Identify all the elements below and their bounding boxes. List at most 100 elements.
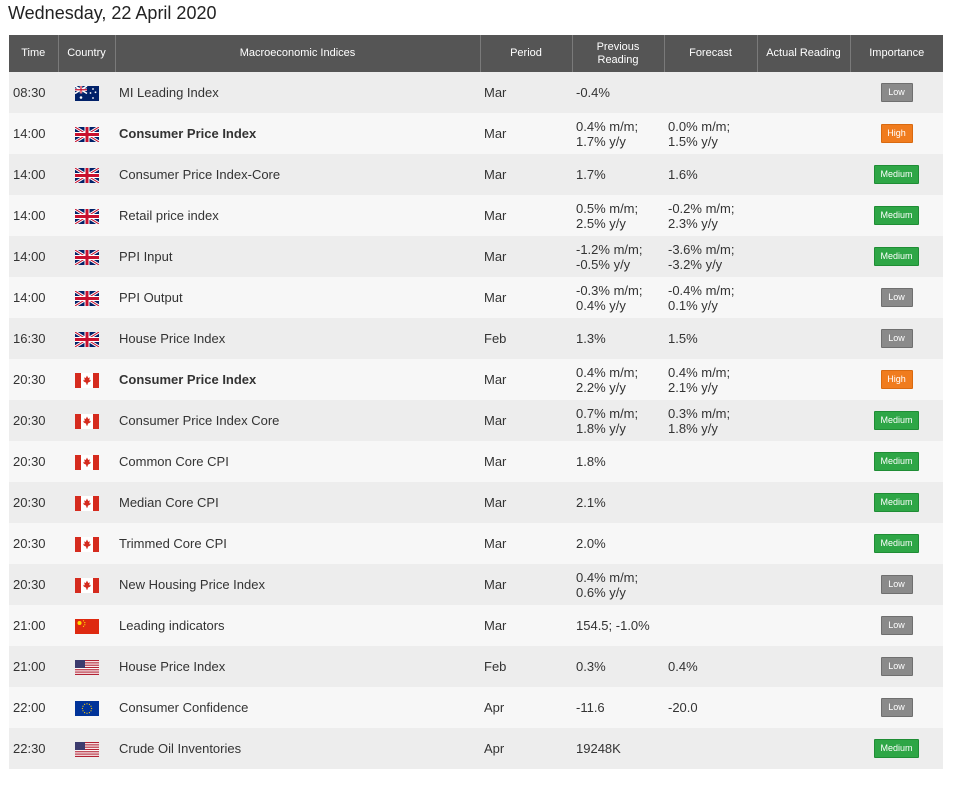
row-time: 20:30 bbox=[9, 482, 58, 523]
row-actual-reading bbox=[757, 400, 850, 441]
row-actual-reading bbox=[757, 523, 850, 564]
row-indicator-name: PPI Output bbox=[115, 277, 480, 318]
row-country bbox=[58, 113, 115, 154]
row-time: 20:30 bbox=[9, 441, 58, 482]
row-country bbox=[58, 646, 115, 687]
australia-flag-icon bbox=[74, 85, 99, 101]
row-period: Mar bbox=[480, 441, 572, 482]
usa-flag-icon bbox=[74, 659, 99, 675]
row-country bbox=[58, 523, 115, 564]
row-country bbox=[58, 359, 115, 400]
row-actual-reading bbox=[757, 113, 850, 154]
row-importance: Low bbox=[850, 646, 943, 687]
row-previous-reading: 0.4% m/m; 1.7% y/y bbox=[572, 113, 664, 154]
uk-flag-icon bbox=[74, 167, 99, 183]
table-row: 21:00 Leading indicators Mar 154.5; -1.0% Lo… bbox=[9, 605, 943, 646]
importance-badge: Medium bbox=[874, 739, 919, 758]
table-row: 22:00 Consumer Confidence Apr -11.6 -20.0 Low bbox=[9, 687, 943, 728]
importance-badge: Medium bbox=[874, 411, 919, 430]
row-actual-reading bbox=[757, 359, 850, 400]
row-time: 14:00 bbox=[9, 277, 58, 318]
row-period: Apr bbox=[480, 687, 572, 728]
row-previous-reading: 154.5; -1.0% bbox=[572, 605, 664, 646]
row-forecast bbox=[664, 441, 757, 482]
importance-badge: Low bbox=[880, 575, 913, 594]
importance-badge: Medium bbox=[874, 165, 919, 184]
row-previous-reading: 0.5% m/m; 2.5% y/y bbox=[572, 195, 664, 236]
row-period: Mar bbox=[480, 72, 572, 113]
row-indicator-name: New Housing Price Index bbox=[115, 564, 480, 605]
row-actual-reading bbox=[757, 605, 850, 646]
table-row: 14:00 Consumer Price Index Mar 0.4% m/m; 1.… bbox=[9, 113, 943, 154]
row-time: 22:00 bbox=[9, 687, 58, 728]
row-importance: High bbox=[850, 359, 943, 400]
row-period: Feb bbox=[480, 646, 572, 687]
row-indicator-name: Consumer Price Index bbox=[115, 113, 480, 154]
canada-flag-icon bbox=[74, 577, 99, 593]
row-time: 20:30 bbox=[9, 359, 58, 400]
row-actual-reading bbox=[757, 72, 850, 113]
row-previous-reading: 0.4% m/m; 0.6% y/y bbox=[572, 564, 664, 605]
importance-badge: Medium bbox=[874, 493, 919, 512]
importance-badge: Low bbox=[880, 288, 913, 307]
row-actual-reading bbox=[757, 154, 850, 195]
row-period: Mar bbox=[480, 154, 572, 195]
table-header-row: Time Country Macroeconomic Indices Perio… bbox=[9, 35, 943, 72]
importance-badge: Medium bbox=[874, 206, 919, 225]
row-importance: Medium bbox=[850, 236, 943, 277]
col-header-period: Period bbox=[480, 35, 573, 72]
uk-flag-icon bbox=[74, 249, 99, 265]
row-country bbox=[58, 277, 115, 318]
row-time: 14:00 bbox=[9, 195, 58, 236]
row-period: Apr bbox=[480, 728, 572, 769]
row-forecast: -20.0 bbox=[664, 687, 757, 728]
row-forecast: 0.0% m/m; 1.5% y/y bbox=[664, 113, 757, 154]
row-importance: Medium bbox=[850, 154, 943, 195]
row-previous-reading: 2.0% bbox=[572, 523, 664, 564]
row-indicator-name: Consumer Price Index Core bbox=[115, 400, 480, 441]
table-row: 20:30 Common Core CPI Mar 1.8% Medium bbox=[9, 441, 943, 482]
row-actual-reading bbox=[757, 195, 850, 236]
row-previous-reading: 0.4% m/m; 2.2% y/y bbox=[572, 359, 664, 400]
row-time: 16:30 bbox=[9, 318, 58, 359]
row-forecast: 0.4% m/m; 2.1% y/y bbox=[664, 359, 757, 400]
canada-flag-icon bbox=[74, 413, 99, 429]
row-importance: Low bbox=[850, 564, 943, 605]
row-forecast bbox=[664, 728, 757, 769]
table-row: 21:00 House Price Index Feb 0.3% 0.4% Low bbox=[9, 646, 943, 687]
importance-badge: High bbox=[880, 370, 913, 389]
row-period: Mar bbox=[480, 482, 572, 523]
row-indicator-name: Trimmed Core CPI bbox=[115, 523, 480, 564]
row-indicator-name: Retail price index bbox=[115, 195, 480, 236]
importance-badge: Low bbox=[880, 83, 913, 102]
table-row: 20:30 Trimmed Core CPI Mar 2.0% Medium bbox=[9, 523, 943, 564]
row-country bbox=[58, 687, 115, 728]
col-header-forecast: Forecast bbox=[664, 35, 758, 72]
col-header-time: Time bbox=[9, 35, 59, 72]
row-country bbox=[58, 482, 115, 523]
row-country bbox=[58, 72, 115, 113]
uk-flag-icon bbox=[74, 331, 99, 347]
row-indicator-name: Common Core CPI bbox=[115, 441, 480, 482]
usa-flag-icon bbox=[74, 741, 99, 757]
table-row: 20:30 Median Core CPI Mar 2.1% Medium bbox=[9, 482, 943, 523]
table-row: 14:00 PPI Input Mar -1.2% m/m; -0.5% y/y -3.… bbox=[9, 236, 943, 277]
row-country bbox=[58, 605, 115, 646]
row-forecast: 1.6% bbox=[664, 154, 757, 195]
importance-badge: High bbox=[880, 124, 913, 143]
row-previous-reading: 19248K bbox=[572, 728, 664, 769]
row-forecast bbox=[664, 564, 757, 605]
importance-badge: Low bbox=[880, 698, 913, 717]
table-row: 14:00 Retail price index Mar 0.5% m/m; 2.5%… bbox=[9, 195, 943, 236]
row-importance: Medium bbox=[850, 195, 943, 236]
row-indicator-name: Crude Oil Inventories bbox=[115, 728, 480, 769]
row-importance: High bbox=[850, 113, 943, 154]
row-importance: Medium bbox=[850, 728, 943, 769]
table-row: 22:30 Crude Oil Inventories Apr 19248K Mediu… bbox=[9, 728, 943, 769]
uk-flag-icon bbox=[74, 208, 99, 224]
row-indicator-name: Consumer Confidence bbox=[115, 687, 480, 728]
row-indicator-name: Consumer Price Index bbox=[115, 359, 480, 400]
row-country bbox=[58, 564, 115, 605]
row-forecast bbox=[664, 482, 757, 523]
row-country bbox=[58, 318, 115, 359]
